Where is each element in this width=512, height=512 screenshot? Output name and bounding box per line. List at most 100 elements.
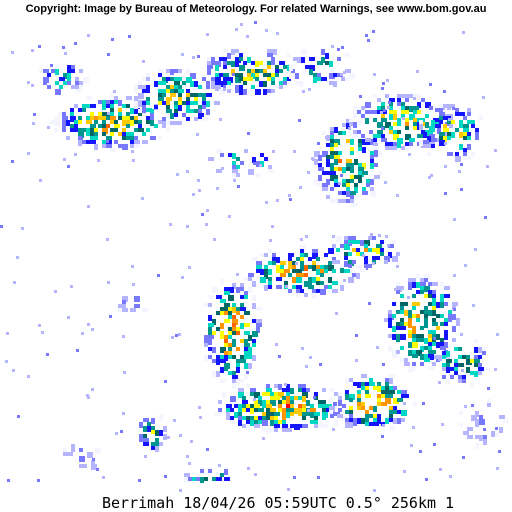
radar-echo-pixel [459,144,463,150]
radar-echo-pixel [340,269,344,273]
radar-echo-pixel [166,128,170,132]
radar-echo-pixel [289,73,295,79]
radar-echo-pixel [483,439,487,445]
radar-echo-pixel [54,290,57,293]
radar-echo-pixel [444,286,450,290]
radar-echo-pixel [475,423,479,427]
radar-echo-pixel [346,191,350,197]
radar-echo-pixel [216,295,222,299]
radar-echo-pixel [367,39,370,42]
radar-echo-pixel [230,408,234,412]
radar-echo-pixel [138,85,142,89]
radar-echo-pixel [318,404,322,408]
radar-echo-pixel [268,281,272,285]
radar-echo-pixel [458,363,464,367]
radar-echo-pixel [208,315,212,321]
radar-echo-pixel [78,120,82,124]
radar-echo-pixel [378,234,381,237]
radar-echo-pixel [393,146,397,150]
radar-echo-pixel [243,77,247,81]
radar-echo-pixel [342,179,346,183]
radar-echo-pixel [373,146,379,150]
radar-echo-pixel [448,318,452,322]
radar-echo-pixel [400,346,404,350]
radar-echo-pixel [334,167,338,171]
radar-echo-pixel [250,420,254,426]
radar-echo-pixel [224,469,228,475]
radar-echo-pixel [366,179,370,183]
radar-echo-pixel [242,396,246,400]
radar-echo-pixel [67,452,73,456]
radar-echo-pixel [67,316,70,319]
radar-echo-pixel [170,93,176,97]
radar-echo-pixel [358,119,362,125]
radar-echo-pixel [276,32,279,35]
radar-echo-pixel [258,420,262,424]
radar-echo-pixel [166,69,170,73]
radar-echo-pixel [325,53,329,59]
radar-echo-pixel [474,363,478,367]
radar-echo-pixel [396,282,400,286]
radar-echo-pixel [424,338,428,344]
radar-echo-pixel [272,150,275,153]
radar-echo-pixel [288,265,292,269]
radar-echo-pixel [275,343,278,346]
radar-echo-pixel [228,315,232,319]
radar-echo-pixel [143,434,147,438]
radar-echo-pixel [479,419,485,425]
radar-echo-pixel [458,347,462,351]
radar-echo-pixel [370,151,374,155]
radar-echo-pixel [362,254,365,257]
radar-echo-pixel [350,195,354,199]
radar-echo-pixel [70,112,74,116]
radar-echo-pixel [362,171,368,175]
radar-echo-pixel [246,408,250,412]
radar-echo-pixel [201,213,204,216]
radar-echo-pixel [314,424,318,428]
radar-echo-pixel [87,205,90,208]
radar-echo-pixel [235,28,238,31]
radar-echo-pixel [458,170,461,173]
radar-echo-pixel [197,55,200,58]
radar-echo-pixel [252,331,258,337]
radar-echo-pixel [318,175,322,181]
radar-echo-pixel [309,356,312,359]
radar-echo-pixel [236,379,240,385]
radar-echo-pixel [397,98,401,102]
radar-echo-pixel [293,476,296,479]
radar-echo-pixel [320,281,324,285]
radar-echo-pixel [400,294,404,298]
radar-echo-pixel [80,137,83,140]
radar-echo-pixel [43,69,49,73]
radar-echo-pixel [440,322,444,326]
radar-echo-pixel [250,404,254,408]
radar-echo-pixel [262,392,266,396]
radar-echo-pixel [242,404,246,408]
radar-echo-pixel [55,69,59,75]
radar-echo-pixel [428,366,434,370]
radar-echo-pixel [353,122,357,128]
radar-echo-pixel [71,85,75,89]
radar-echo-pixel [220,367,224,373]
radar-echo-pixel [87,34,90,37]
radar-echo-pixel [319,363,322,366]
radar-echo-pixel [134,304,140,308]
radar-echo-pixel [198,189,201,192]
radar-echo-pixel [233,179,236,182]
radar-echo-pixel [403,470,406,473]
radar-echo-pixel [385,94,389,98]
radar-echo-pixel [439,108,443,112]
radar-echo-pixel [208,295,214,299]
radar-echo-pixel [266,404,272,408]
radar-echo-pixel [228,371,232,375]
radar-echo-pixel [83,464,87,468]
radar-echo-pixel [11,51,14,54]
radar-echo-pixel [412,354,418,358]
radar-echo-pixel [459,423,463,427]
radar-echo-pixel [384,318,388,322]
radar-echo-pixel [360,268,366,272]
radar-echo-pixel [55,89,61,95]
radar-echo-pixel [254,424,260,428]
radar-echo-pixel [287,488,290,491]
radar-echo-pixel [162,81,166,85]
